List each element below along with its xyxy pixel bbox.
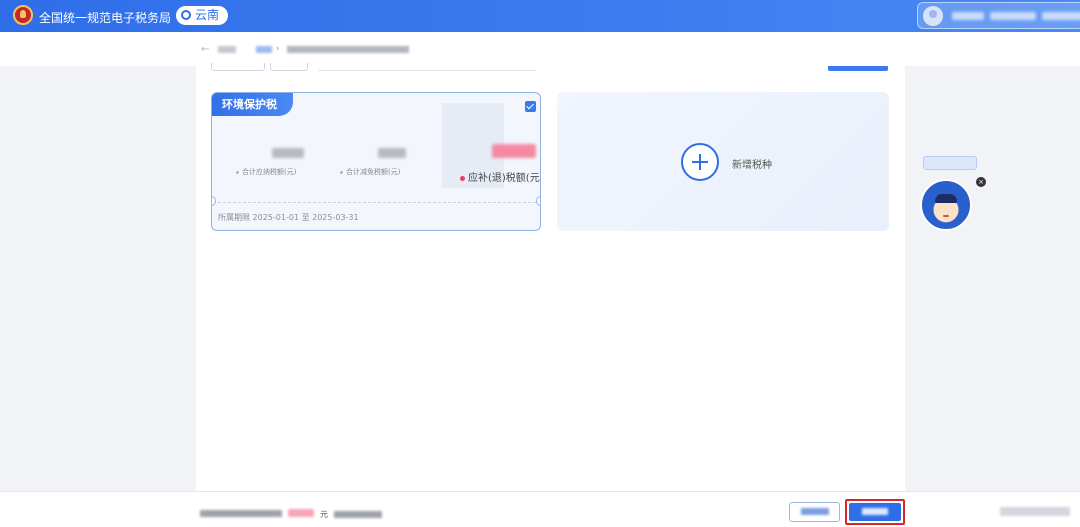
user-avatar-icon <box>923 6 943 26</box>
footer-bar <box>0 491 1080 527</box>
card-notch-right <box>536 196 540 206</box>
back-link[interactable]: ← <box>201 44 236 55</box>
footer-total-amount-redacted <box>288 509 314 517</box>
site-title: 全国统一规范电子税务局 <box>39 11 172 25</box>
user-name-redacted <box>952 12 984 20</box>
region-switch-button[interactable]: 云南 <box>176 6 229 25</box>
tax-type-tag: 环境保护税 <box>212 93 293 116</box>
metric-reduction: 合计减免税额(元) <box>340 167 400 177</box>
toolbar-button-2[interactable] <box>270 63 308 71</box>
footer-total-unit: 元 <box>320 509 382 520</box>
user-org-redacted <box>1042 12 1080 20</box>
add-tax-type-card[interactable]: 新增税种 <box>557 92 889 231</box>
refund-amount-redacted <box>492 144 536 158</box>
tax-period: 所属期限 2025-01-01 至 2025-03-31 <box>218 213 359 222</box>
assistant-avatar-icon[interactable] <box>920 179 972 231</box>
user-account-menu[interactable] <box>917 2 1080 29</box>
right-background <box>905 66 1080 491</box>
toolbar-primary-button[interactable] <box>828 66 888 71</box>
card-divider <box>218 202 536 203</box>
breadcrumb-home-link[interactable] <box>256 46 272 53</box>
bullet-dot-icon <box>340 170 343 174</box>
reduction-amount-redacted <box>378 148 406 158</box>
breadcrumb-separator: › <box>276 44 280 54</box>
add-tax-type-label: 新增税种 <box>732 160 772 171</box>
breadcrumb-current-page <box>287 46 409 53</box>
back-label-blurred <box>217 45 236 53</box>
metric-payable: 合计应纳税额(元) <box>236 167 296 177</box>
metric-refund: 应补(退)税额(元) <box>460 169 540 184</box>
user-id-redacted <box>990 12 1036 20</box>
payable-amount-redacted <box>272 148 304 158</box>
footer-total-label <box>200 509 282 518</box>
plus-circle-icon <box>681 143 719 181</box>
toolbar-input-underline <box>318 70 536 71</box>
toolbar-button-1[interactable] <box>211 63 265 71</box>
required-dot-icon <box>460 175 465 181</box>
secondary-action-button[interactable] <box>789 502 840 522</box>
card-notch-left <box>212 196 216 206</box>
assistant-close-icon[interactable]: × <box>976 177 986 187</box>
national-emblem-icon <box>13 5 33 25</box>
assistant-bubble[interactable] <box>923 156 977 170</box>
breadcrumb-bar <box>0 32 1080 66</box>
checkbox-checked-icon[interactable] <box>525 101 536 112</box>
watermark <box>1000 506 1070 517</box>
tax-card-environment[interactable]: 环境保护税 合计应纳税额(元) 合计减免税额(元) 应补(退)税额(元) 所属期… <box>211 92 541 231</box>
back-arrow-icon: ← <box>201 44 210 55</box>
submit-button[interactable] <box>849 503 901 521</box>
region-label: 云南 <box>195 8 220 22</box>
location-pin-icon <box>181 10 191 20</box>
bullet-dot-icon <box>236 170 239 174</box>
left-background <box>0 66 196 491</box>
